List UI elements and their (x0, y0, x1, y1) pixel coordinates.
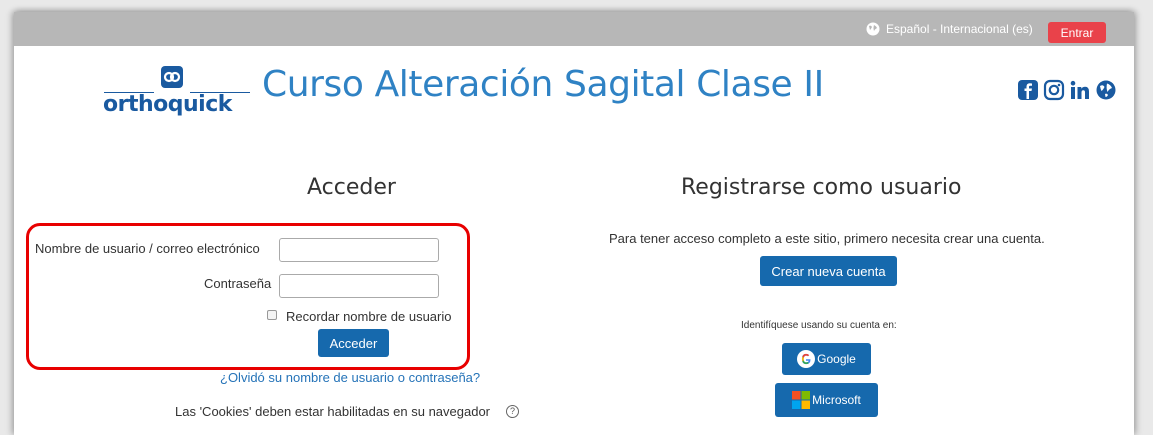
create-account-button[interactable]: Crear nueva cuenta (760, 256, 897, 286)
forgot-password-link[interactable]: ¿Olvidó su nombre de usuario o contraseñ… (220, 370, 480, 385)
browser-page: Español - Internacional (es) Entrar orth… (14, 12, 1134, 435)
microsoft-icon (792, 391, 811, 409)
orthoquick-logo[interactable]: orthoquick (102, 64, 252, 117)
linkedin-icon[interactable] (1069, 79, 1091, 101)
google-login-button[interactable]: Google (782, 343, 871, 375)
submit-login-button[interactable]: Acceder (318, 329, 389, 357)
facebook-icon[interactable] (1017, 79, 1039, 101)
microsoft-label: Microsoft (812, 393, 861, 407)
username-input[interactable] (279, 238, 439, 262)
signup-description: Para tener acceso completo a este sitio,… (609, 231, 1045, 246)
globe-icon[interactable] (1095, 79, 1117, 101)
username-label: Nombre de usuario / correo electrónico (35, 241, 260, 256)
social-links (1017, 79, 1117, 101)
cookies-notice: Las 'Cookies' deben estar habilitadas en… (175, 404, 491, 419)
google-icon (797, 350, 816, 368)
microsoft-login-button[interactable]: Microsoft (775, 383, 878, 417)
login-button[interactable]: Entrar (1048, 22, 1106, 43)
remember-username-checkbox[interactable] (267, 310, 277, 320)
help-icon[interactable]: ? (506, 405, 519, 418)
remember-username-label[interactable]: Recordar nombre de usuario (286, 309, 451, 324)
top-navbar: Español - Internacional (es) Entrar (14, 12, 1134, 46)
globe-icon (866, 22, 880, 36)
logo-text: orthoquick (103, 92, 232, 117)
logo-mark (161, 66, 183, 88)
identify-with-text: Identifíquese usando su cuenta en: (741, 320, 897, 331)
google-label: Google (817, 352, 856, 366)
instagram-icon[interactable] (1043, 79, 1065, 101)
login-heading: Acceder (307, 175, 396, 200)
site-title: Curso Alteración Sagital Clase II (262, 64, 824, 105)
signup-heading: Registrarse como usuario (681, 175, 962, 200)
password-input[interactable] (279, 274, 439, 298)
language-selector[interactable]: Español - Internacional (es) (866, 21, 1033, 37)
language-label: Español - Internacional (es) (886, 22, 1033, 36)
password-label: Contraseña (204, 276, 272, 291)
